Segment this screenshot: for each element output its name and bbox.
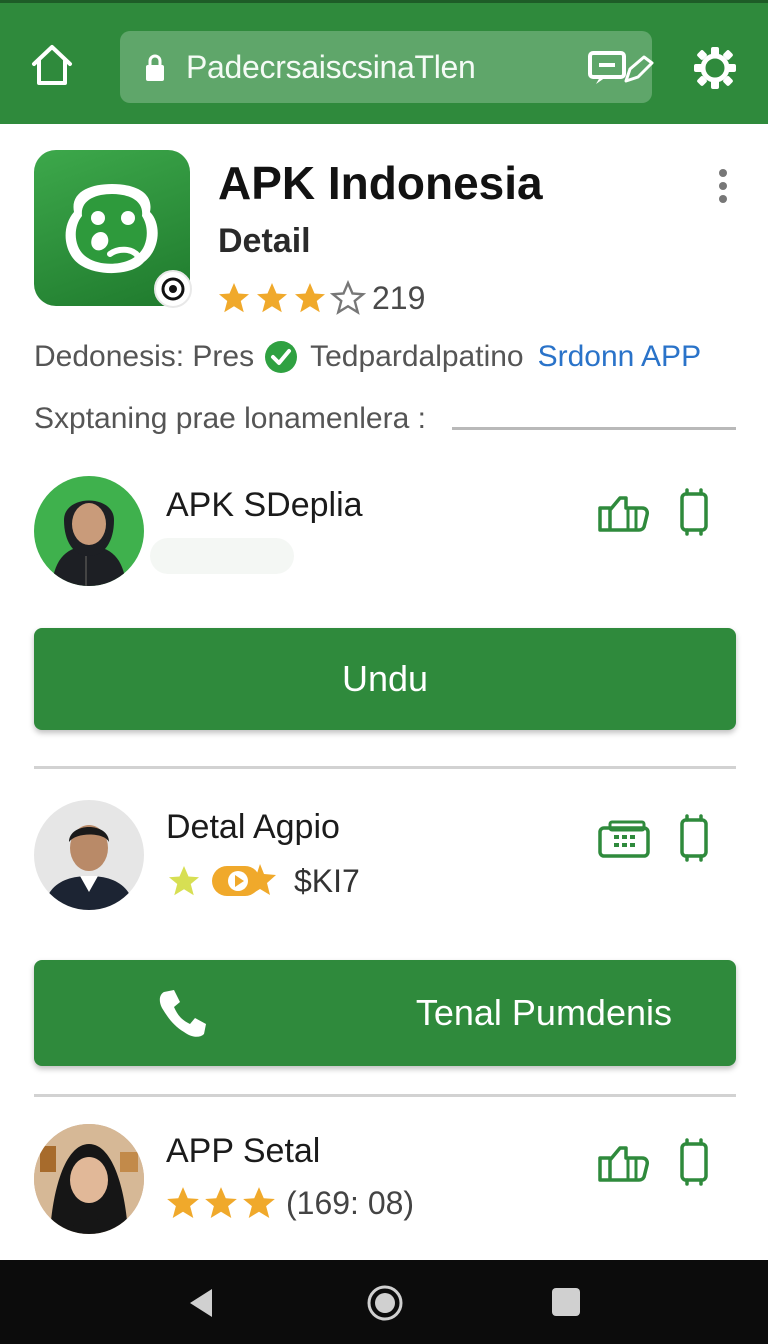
call-button-label: Tenal Pumdenis [415, 992, 672, 1033]
settings-icon[interactable] [692, 45, 738, 91]
phone-device-icon[interactable] [678, 1138, 710, 1186]
star-filled-icon [243, 1187, 275, 1219]
home-icon[interactable] [28, 41, 76, 89]
phone-device-icon[interactable] [678, 814, 710, 862]
star-filled-icon [257, 283, 287, 313]
phone-device-icon[interactable] [678, 488, 710, 536]
info-status: Tedpardalpatino [310, 340, 524, 373]
item-meta-value: $KI7 [294, 862, 360, 899]
avatar[interactable] [34, 800, 144, 910]
star-icon [169, 866, 199, 896]
item-title[interactable]: APP Setal [166, 1132, 320, 1171]
item-title[interactable]: Detal Agpio [166, 808, 340, 847]
calculator-icon[interactable] [598, 820, 650, 858]
app-title: APK Indonesia [218, 157, 543, 209]
url-text[interactable]: PadecrsaiscsinaTlen [186, 49, 476, 86]
divider [34, 1094, 736, 1097]
app-subtitle: Detail [218, 222, 311, 260]
download-button[interactable]: Undu [34, 628, 736, 730]
home-button-icon[interactable] [366, 1284, 404, 1322]
app-badge-icon [154, 270, 192, 308]
item-meta: $KI7 [166, 862, 360, 900]
app-logo-icon [65, 184, 158, 274]
lock-icon [146, 54, 164, 81]
app-info-line: Dedonesis: Pres Tedpardalpatino Srdonn A… [34, 340, 701, 374]
browser-toolbar: PadecrsaiscsinaTlen [0, 0, 768, 124]
info-label: Dedonesis: Pres [34, 340, 255, 373]
item-meta-value: (169: 08) [286, 1184, 415, 1221]
section-divider [452, 427, 736, 430]
star-filled-icon [219, 283, 249, 313]
item-title[interactable]: APK SDeplia [166, 486, 363, 525]
recents-icon[interactable] [550, 1286, 582, 1318]
rating-count: 219 [372, 279, 426, 316]
edit-icon[interactable] [622, 55, 654, 85]
call-button[interactable]: Tenal Pumdenis [34, 960, 736, 1066]
app-rating: 219 [216, 278, 425, 318]
play-badge-icon [212, 864, 276, 896]
phone-call-icon [159, 990, 206, 1037]
section-label: Sxptaning prae lonamenlera : [34, 402, 426, 435]
star-filled-icon [167, 1187, 199, 1219]
info-link[interactable]: Srdonn APP [538, 340, 701, 374]
thumbs-up-icon[interactable] [598, 1144, 650, 1182]
avatar[interactable] [34, 1124, 144, 1234]
item-subtitle-placeholder [150, 538, 294, 574]
system-nav-bar [0, 1260, 768, 1344]
more-options-icon[interactable] [716, 168, 730, 204]
divider [34, 766, 736, 769]
verified-check-icon [265, 341, 298, 373]
star-empty-icon [330, 280, 366, 315]
star-filled-icon [205, 1187, 237, 1219]
star-filled-icon [295, 283, 325, 313]
address-bar[interactable]: PadecrsaiscsinaTlen [120, 31, 654, 103]
avatar[interactable] [34, 476, 144, 586]
thumbs-up-icon[interactable] [598, 494, 650, 532]
back-icon[interactable] [186, 1286, 216, 1320]
download-button-label: Undu [341, 658, 429, 699]
item-rating: (169: 08) [164, 1184, 414, 1222]
